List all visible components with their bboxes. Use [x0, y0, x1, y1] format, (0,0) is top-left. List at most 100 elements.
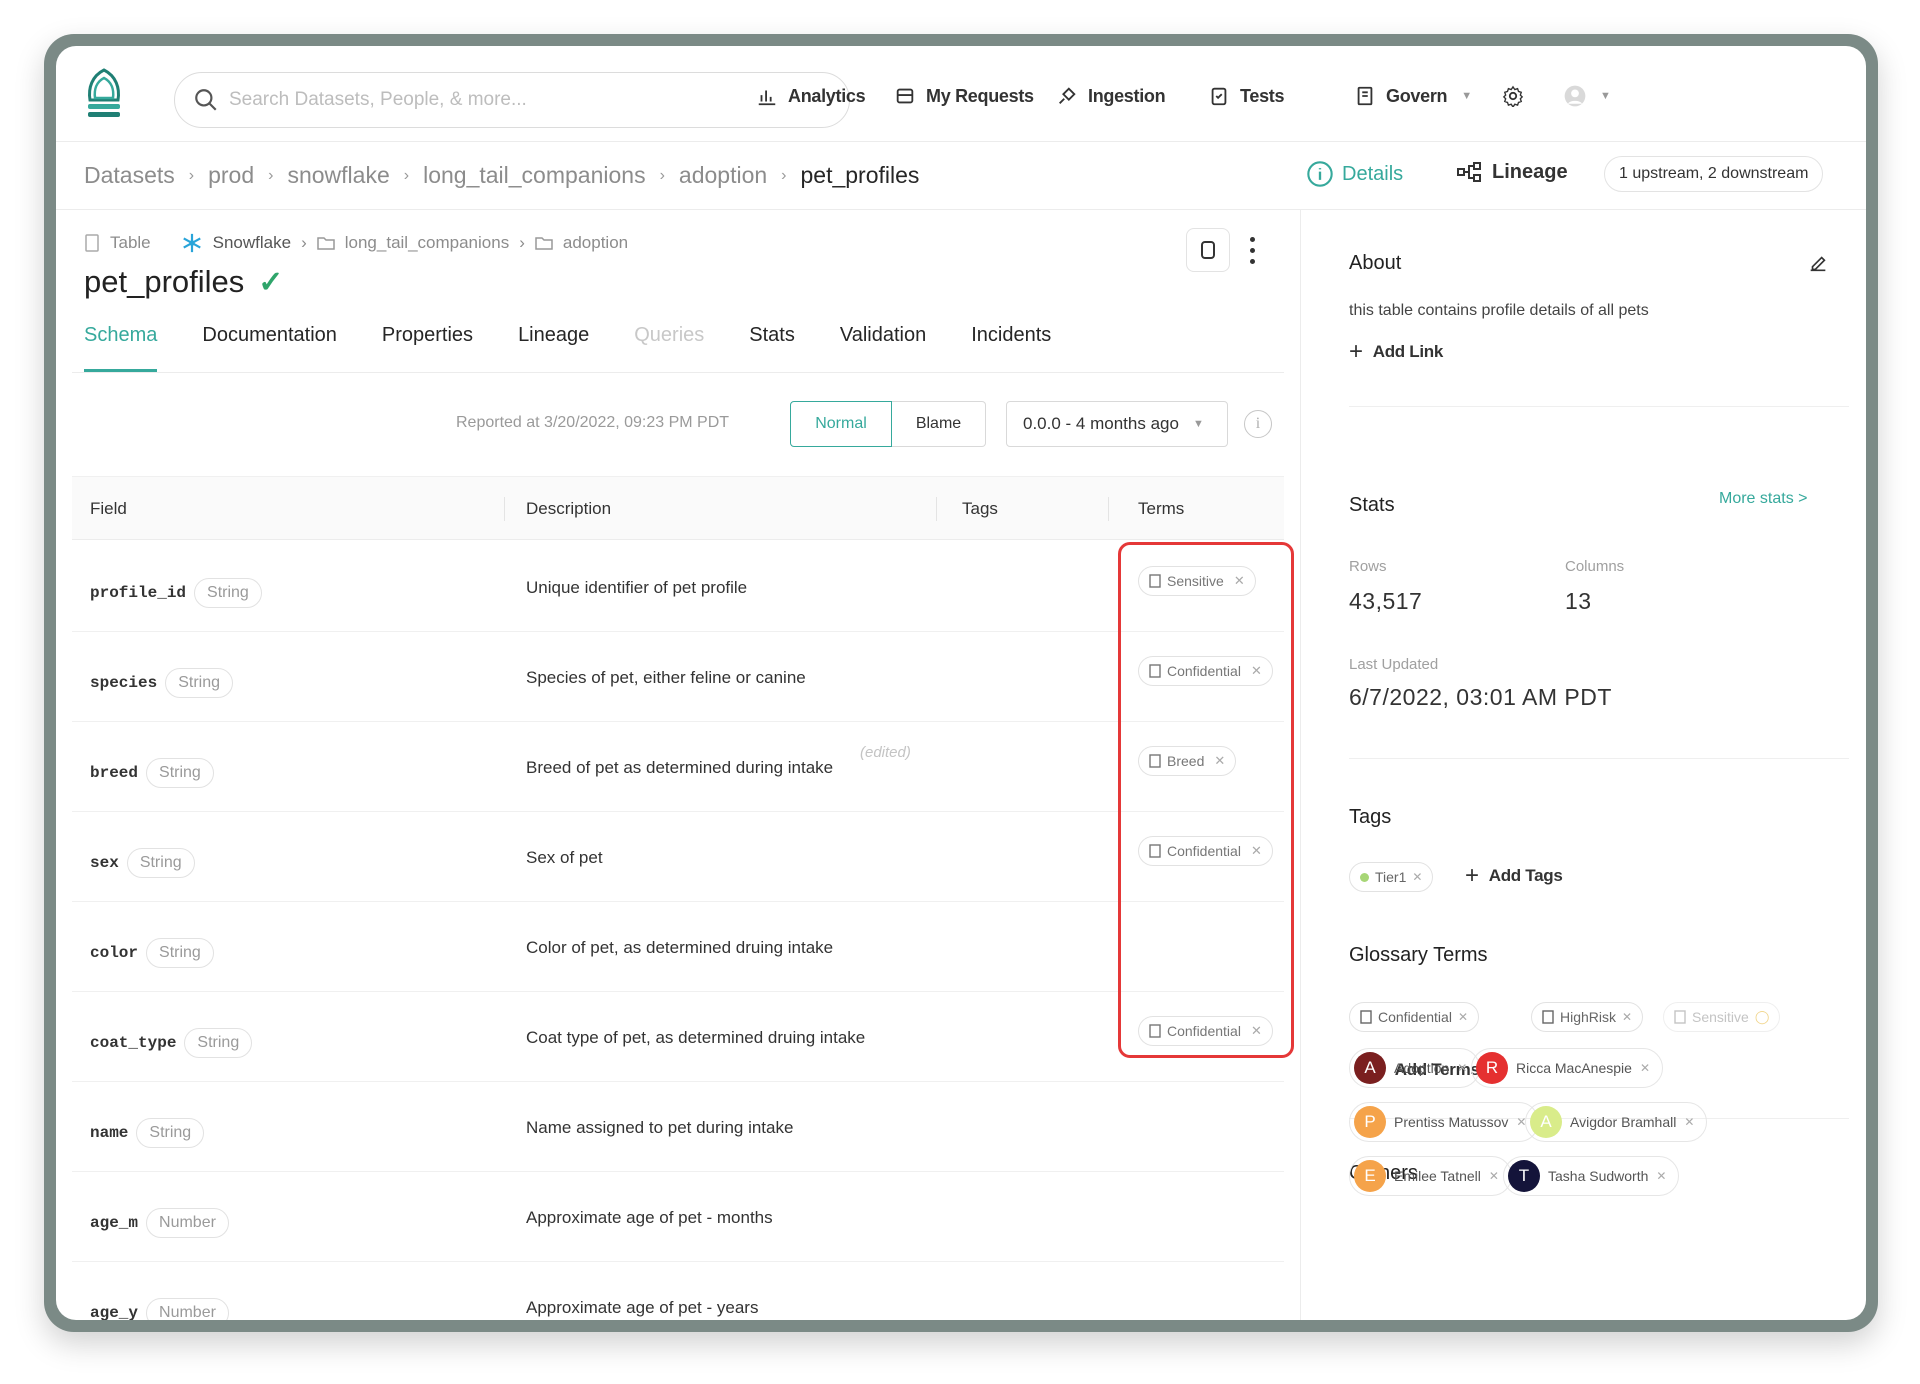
avatar: A — [1354, 1052, 1386, 1084]
tab-lineage[interactable]: Lineage — [518, 324, 589, 370]
field-description[interactable]: Approximate age of pet - years — [526, 1298, 758, 1318]
close-icon[interactable]: ✕ — [1457, 1061, 1467, 1075]
tab-stats[interactable]: Stats — [749, 324, 795, 370]
table-row[interactable]: profile_id String Unique identifier of p… — [72, 542, 1284, 632]
tab-incidents[interactable]: Incidents — [971, 324, 1051, 370]
table-row[interactable]: age_y Number Approximate age of pet - ye… — [72, 1262, 1284, 1320]
field-name[interactable]: color — [90, 944, 138, 962]
search-input[interactable] — [229, 89, 789, 111]
container-path-item[interactable]: adoption — [563, 233, 628, 253]
field-description[interactable]: Coat type of pet, as determined druing i… — [526, 1028, 865, 1048]
field-name[interactable]: sex — [90, 854, 119, 872]
column-header-terms: Terms — [1138, 499, 1184, 519]
field-description[interactable]: Sex of pet — [526, 848, 603, 868]
upstream-downstream-badge[interactable]: 1 upstream, 2 downstream — [1604, 156, 1823, 192]
glossary-term-pill-proposed[interactable]: Sensitive ◯ — [1663, 1002, 1780, 1032]
edit-icon[interactable] — [1807, 252, 1829, 274]
platform-name[interactable]: Snowflake — [213, 233, 291, 253]
more-stats-link[interactable]: More stats > — [1719, 490, 1807, 508]
search-icon — [193, 87, 219, 113]
field-description[interactable]: Breed of pet as determined during intake — [526, 758, 833, 778]
owner-pill[interactable]: A Avigdor Bramhall ✕ — [1525, 1102, 1707, 1142]
close-icon[interactable]: ✕ — [1458, 1010, 1468, 1024]
table-row[interactable]: breed String Breed of pet as determined … — [72, 722, 1284, 812]
close-icon[interactable]: ✕ — [1489, 1169, 1499, 1183]
user-menu[interactable]: ▼ — [1564, 76, 1611, 116]
info-icon — [1306, 160, 1334, 188]
field-description[interactable]: Species of pet, either feline or canine — [526, 668, 806, 688]
breadcrumb-item[interactable]: prod — [208, 162, 254, 189]
table-row[interactable]: species String Species of pet, either fe… — [72, 632, 1284, 722]
glossary-term-pill[interactable]: HighRisk ✕ — [1531, 1002, 1643, 1032]
nav-tests[interactable]: Tests — [1208, 76, 1284, 116]
tab-properties[interactable]: Properties — [382, 324, 473, 370]
field-type-badge: Number — [146, 1208, 229, 1238]
table-icon — [84, 234, 100, 252]
nav-my-requests-label: My Requests — [926, 86, 1034, 107]
info-icon[interactable]: i — [1244, 410, 1272, 438]
glossary-term-pill[interactable]: Confidential ✕ — [1349, 1002, 1479, 1032]
owner-pill[interactable]: A Adoption ✕ — [1349, 1048, 1480, 1088]
tag-pill[interactable]: Tier1 ✕ — [1349, 862, 1433, 892]
breadcrumb-item[interactable]: snowflake — [287, 162, 389, 189]
container-path-item[interactable]: long_tail_companions — [345, 233, 509, 253]
nav-govern[interactable]: Govern ▼ — [1354, 76, 1472, 116]
tab-schema[interactable]: Schema — [84, 324, 157, 370]
breadcrumb-item[interactable]: Datasets — [84, 162, 175, 189]
datahub-logo-icon[interactable] — [80, 66, 128, 120]
more-options-icon[interactable] — [1242, 230, 1262, 270]
field-description[interactable]: Approximate age of pet - months — [526, 1208, 773, 1228]
close-icon[interactable]: ✕ — [1640, 1061, 1650, 1075]
chevron-right-icon: › — [189, 167, 194, 185]
table-row[interactable]: sex String Sex of pet Confidential ✕ — [72, 812, 1284, 902]
settings-button[interactable] — [1502, 76, 1524, 116]
table-row[interactable]: name String Name assigned to pet during … — [72, 1082, 1284, 1172]
book-icon — [1360, 1010, 1372, 1024]
version-select[interactable]: 0.0.0 - 4 months ago ▼ — [1006, 401, 1228, 447]
close-icon[interactable]: ✕ — [1622, 1010, 1632, 1024]
add-tags-button[interactable]: + Add Tags — [1465, 862, 1563, 890]
columns-label: Columns — [1565, 558, 1624, 575]
table-row[interactable]: color String Color of pet, as determined… — [72, 902, 1284, 992]
close-icon[interactable]: ✕ — [1684, 1115, 1694, 1129]
field-name[interactable]: age_m — [90, 1214, 138, 1232]
field-description[interactable]: Color of pet, as determined druing intak… — [526, 938, 833, 958]
owner-pill[interactable]: P Prentiss Matussov ✕ — [1349, 1102, 1539, 1142]
nav-ingestion[interactable]: Ingestion — [1056, 76, 1165, 116]
tab-validation[interactable]: Validation — [840, 324, 926, 370]
field-cell: coat_type String — [90, 1028, 252, 1058]
tab-documentation[interactable]: Documentation — [202, 324, 337, 370]
nav-govern-label: Govern — [1386, 86, 1447, 107]
owner-pill[interactable]: E Emilee Tatnell ✕ — [1349, 1156, 1512, 1196]
close-icon[interactable]: ✕ — [1412, 870, 1422, 884]
chevron-right-icon: › — [519, 233, 525, 253]
field-name[interactable]: name — [90, 1124, 128, 1142]
copy-urn-button[interactable] — [1186, 228, 1230, 272]
add-link-button[interactable]: + Add Link — [1349, 338, 1443, 366]
breadcrumb-item[interactable]: long_tail_companions — [423, 162, 646, 189]
breadcrumb-item[interactable]: adoption — [679, 162, 767, 189]
avatar: T — [1508, 1160, 1540, 1192]
close-icon[interactable]: ✕ — [1656, 1169, 1666, 1183]
table-row[interactable]: age_m Number Approximate age of pet - mo… — [72, 1172, 1284, 1262]
nav-my-requests[interactable]: My Requests — [894, 76, 1034, 116]
owner-pill[interactable]: T Tasha Sudworth ✕ — [1503, 1156, 1679, 1196]
lineage-view-tab[interactable]: Lineage — [1456, 160, 1568, 184]
normal-mode-button[interactable]: Normal — [790, 401, 892, 447]
details-view-tab[interactable]: Details — [1306, 160, 1403, 188]
field-name[interactable]: breed — [90, 764, 138, 782]
field-cell: name String — [90, 1118, 204, 1148]
field-description[interactable]: Unique identifier of pet profile — [526, 578, 747, 598]
blame-mode-button[interactable]: Blame — [892, 401, 986, 447]
terms-highlight-box — [1118, 542, 1294, 1058]
field-name[interactable]: coat_type — [90, 1034, 176, 1052]
nav-analytics[interactable]: Analytics — [756, 76, 865, 116]
schema-table-header: Field Description Tags Terms — [72, 476, 1284, 540]
owner-pill[interactable]: R Ricca MacAnespie ✕ — [1471, 1048, 1663, 1088]
field-name[interactable]: profile_id — [90, 584, 186, 602]
table-row[interactable]: coat_type String Coat type of pet, as de… — [72, 992, 1284, 1082]
search-box[interactable] — [174, 72, 850, 128]
field-description[interactable]: Name assigned to pet during intake — [526, 1118, 793, 1138]
field-name[interactable]: age_y — [90, 1304, 138, 1320]
field-name[interactable]: species — [90, 674, 157, 692]
